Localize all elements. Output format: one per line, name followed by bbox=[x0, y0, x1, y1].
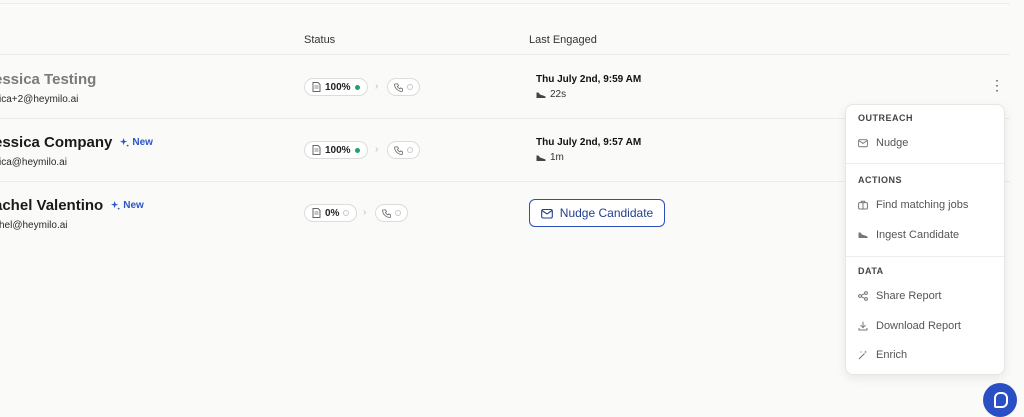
phone-status-pill[interactable] bbox=[387, 78, 420, 96]
menu-item-find-matching-jobs[interactable]: Find matching jobs bbox=[858, 199, 968, 211]
status-dot-icon bbox=[407, 147, 413, 153]
last-engaged-date: Thu July 2nd, 9:59 AM bbox=[536, 74, 642, 85]
menu-item-ingest-candidate[interactable]: Ingest Candidate bbox=[858, 229, 959, 241]
nudge-candidate-label: Nudge Candidate bbox=[559, 206, 654, 220]
progress-value: 100% bbox=[325, 81, 351, 93]
status-dot-icon bbox=[354, 84, 360, 90]
menu-divider bbox=[846, 163, 1004, 164]
sparkle-icon bbox=[111, 201, 120, 210]
menu-item-label: Enrich bbox=[876, 349, 908, 361]
candidate-name[interactable]: essica Testing bbox=[0, 71, 96, 88]
progress-value: 100% bbox=[325, 144, 351, 156]
wand-icon bbox=[858, 350, 867, 360]
last-engaged-date: Thu July 2nd, 9:57 AM bbox=[536, 137, 642, 148]
header-status: Status bbox=[304, 34, 336, 46]
new-badge: New bbox=[111, 200, 144, 211]
mail-icon bbox=[540, 208, 553, 219]
chat-support-button[interactable] bbox=[983, 383, 1017, 417]
menu-item-share-report[interactable]: Share Report bbox=[858, 290, 941, 302]
sparkle-icon bbox=[120, 138, 129, 147]
candidate-email: sica+2@heymilo.ai bbox=[0, 94, 79, 105]
candidate-name-text: essica Company bbox=[0, 134, 113, 151]
candidate-name-text: essica Testing bbox=[0, 71, 97, 88]
duration-value: 1m bbox=[550, 152, 564, 163]
status-pill[interactable]: 100% bbox=[304, 78, 368, 96]
phone-icon bbox=[394, 82, 403, 92]
duration: 22s bbox=[536, 89, 566, 100]
menu-item-nudge[interactable]: Nudge bbox=[858, 137, 908, 149]
phone-icon bbox=[394, 145, 403, 155]
status-pill[interactable]: 0% bbox=[304, 204, 358, 222]
document-icon bbox=[312, 208, 321, 218]
menu-section-title: ACTIONS bbox=[858, 175, 902, 185]
phone-icon bbox=[382, 208, 391, 218]
nudge-candidate-button[interactable]: Nudge Candidate bbox=[529, 199, 665, 227]
top-divider bbox=[0, 3, 1010, 4]
briefcase-icon bbox=[858, 200, 868, 210]
duration-value: 22s bbox=[550, 89, 567, 100]
status-dot-icon bbox=[395, 210, 401, 216]
share-icon bbox=[858, 291, 868, 301]
shoe-icon bbox=[536, 155, 546, 161]
duration: 1m bbox=[536, 152, 564, 163]
progress-value: 0% bbox=[325, 207, 340, 219]
document-icon bbox=[312, 82, 321, 92]
shoe-icon bbox=[536, 92, 546, 98]
download-icon bbox=[858, 321, 868, 331]
menu-item-label: Nudge bbox=[876, 137, 909, 149]
menu-item-label: Share Report bbox=[876, 290, 942, 302]
document-icon bbox=[312, 145, 321, 155]
header-divider bbox=[0, 54, 1010, 55]
row-actions-menu: OUTREACH Nudge ACTIONS Find matching job… bbox=[845, 104, 1005, 375]
menu-item-label: Find matching jobs bbox=[876, 199, 969, 211]
candidate-email: chel@heymilo.ai bbox=[0, 220, 68, 231]
chevron-right-icon: › bbox=[363, 207, 367, 218]
phone-status-pill[interactable] bbox=[387, 141, 420, 159]
menu-section-title: OUTREACH bbox=[858, 113, 913, 123]
menu-divider bbox=[846, 256, 1004, 257]
more-options-icon[interactable]: ⋮ bbox=[990, 78, 1004, 92]
menu-item-label: Ingest Candidate bbox=[876, 229, 960, 241]
new-badge: New bbox=[120, 137, 153, 148]
phone-status-pill[interactable] bbox=[375, 204, 408, 222]
header-last-engaged: Last Engaged bbox=[529, 34, 597, 46]
chevron-right-icon: › bbox=[375, 81, 379, 92]
shoe-icon bbox=[858, 232, 868, 238]
new-badge-label: New bbox=[132, 137, 153, 148]
status-dot-icon bbox=[354, 147, 360, 153]
menu-item-download-report[interactable]: Download Report bbox=[858, 320, 961, 332]
new-badge-label: New bbox=[123, 200, 144, 211]
status-dot-icon bbox=[343, 210, 350, 216]
candidate-email: sica@heymilo.ai bbox=[0, 157, 67, 168]
candidate-name-text: achel Valentino bbox=[0, 197, 104, 214]
chevron-right-icon: › bbox=[375, 144, 379, 155]
status-pill[interactable]: 100% bbox=[304, 141, 368, 159]
candidate-name[interactable]: achel Valentino New bbox=[0, 197, 144, 214]
menu-section-title: DATA bbox=[858, 266, 884, 276]
candidate-name[interactable]: essica Company New bbox=[0, 134, 153, 151]
status-dot-icon bbox=[407, 84, 413, 90]
mail-icon bbox=[858, 139, 868, 148]
menu-item-label: Download Report bbox=[876, 320, 961, 332]
menu-item-enrich[interactable]: Enrich bbox=[858, 349, 907, 361]
